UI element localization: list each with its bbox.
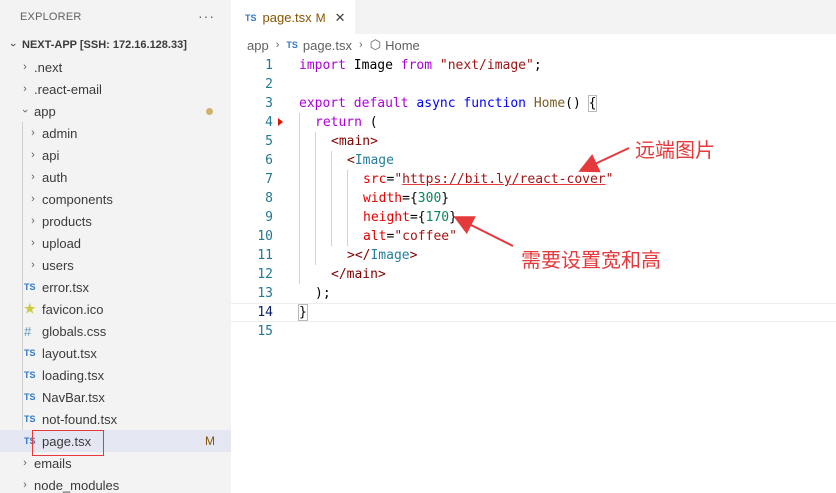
chevron-right-icon: › (31, 171, 35, 183)
highlight-box (32, 430, 104, 456)
tree-item-label: .next (34, 59, 63, 75)
typescript-file-icon: TS (24, 348, 36, 358)
explorer-sidebar: EXPLORER ··· › NEXT-APP [SSH: 172.16.128… (0, 0, 231, 493)
chevron-right-icon: › (23, 479, 27, 491)
tree-item-label: favicon.ico (42, 301, 104, 317)
star-file-icon: ★ (24, 301, 36, 316)
chevron-right-icon: › (23, 457, 27, 469)
annotation-need-size: 需要设置宽和高 (521, 248, 661, 272)
tree-item-label: .react-email (34, 81, 102, 97)
tree-item-label: auth (42, 169, 68, 185)
tree-item-label: upload (42, 235, 82, 251)
tree-file-navbar[interactable]: TS NavBar.tsx (0, 386, 231, 408)
tree-item-label: globals.css (42, 323, 107, 339)
tree-item-label: emails (34, 455, 72, 471)
workspace-root[interactable]: › NEXT-APP [SSH: 172.16.128.33] (0, 34, 231, 56)
annotation-remote-image: 远端图片 (635, 138, 715, 162)
tree-folder-admin[interactable]: › admin (0, 122, 231, 144)
tree-item-label: layout.tsx (42, 345, 97, 361)
tree-folder-auth[interactable]: › auth (0, 166, 231, 188)
chevron-down-icon: › (7, 43, 19, 47)
tree-file-loading[interactable]: TS loading.tsx (0, 364, 231, 386)
explorer-title: EXPLORER (20, 11, 82, 23)
tree-file-not-found[interactable]: TS not-found.tsx (0, 408, 231, 430)
modified-dot-icon (206, 107, 213, 115)
tree-folder-react-email[interactable]: › .react-email (0, 78, 231, 100)
workspace-root-label: NEXT-APP [SSH: 172.16.128.33] (22, 39, 187, 51)
tree-folder-api[interactable]: › api (0, 144, 231, 166)
tree-file-layout[interactable]: TS layout.tsx (0, 342, 231, 364)
tree-item-label: app (34, 103, 56, 119)
tree-file-error[interactable]: TS error.tsx (0, 276, 231, 298)
css-file-icon: # (24, 323, 32, 339)
tree-folder-upload[interactable]: › upload (0, 232, 231, 254)
typescript-file-icon: TS (24, 370, 36, 380)
tree-item-label: components (42, 191, 113, 207)
chevron-right-icon: › (31, 149, 35, 161)
chevron-right-icon: › (31, 259, 35, 271)
typescript-file-icon: TS (24, 414, 36, 424)
chevron-right-icon: › (31, 215, 35, 227)
tree-item-label: users (42, 257, 74, 273)
tree-folder-next[interactable]: › .next (0, 56, 231, 78)
tree-item-label: api (42, 147, 60, 163)
tree-folder-components[interactable]: › components (0, 188, 231, 210)
tree-item-label: NavBar.tsx (42, 389, 105, 405)
tree-folder-products[interactable]: › products (0, 210, 231, 232)
tree-item-label: products (42, 213, 92, 229)
typescript-file-icon: TS (24, 282, 36, 292)
tree-item-label: loading.tsx (42, 367, 105, 383)
tree-folder-app[interactable]: › app (0, 100, 231, 122)
explorer-header: EXPLORER ··· (0, 0, 231, 34)
tree-item-label: not-found.tsx (42, 411, 118, 427)
chevron-right-icon: › (23, 61, 27, 73)
chevron-right-icon: › (31, 127, 35, 139)
code-editor[interactable]: TS page.tsx M ✕ app › TS page.tsx › ⬡ Ho… (231, 0, 836, 493)
tree-item-label: error.tsx (42, 279, 89, 295)
chevron-right-icon: › (31, 237, 35, 249)
chevron-right-icon: › (23, 83, 27, 95)
tree-folder-node-modules[interactable]: › node_modules (0, 474, 231, 493)
tree-file-favicon[interactable]: ★ favicon.ico (0, 298, 231, 320)
chevron-right-icon: › (31, 193, 35, 205)
arrow-to-src (578, 147, 630, 173)
tree-item-label: node_modules (34, 477, 120, 493)
tree-item-label: admin (42, 125, 78, 141)
modified-status-badge: M (205, 434, 215, 448)
more-actions-icon[interactable]: ··· (198, 8, 215, 24)
tree-file-globals[interactable]: # globals.css (0, 320, 231, 342)
chevron-down-icon: › (19, 109, 31, 113)
typescript-file-icon: TS (24, 392, 36, 402)
tree-folder-users[interactable]: › users (0, 254, 231, 276)
arrow-to-size (453, 216, 514, 247)
